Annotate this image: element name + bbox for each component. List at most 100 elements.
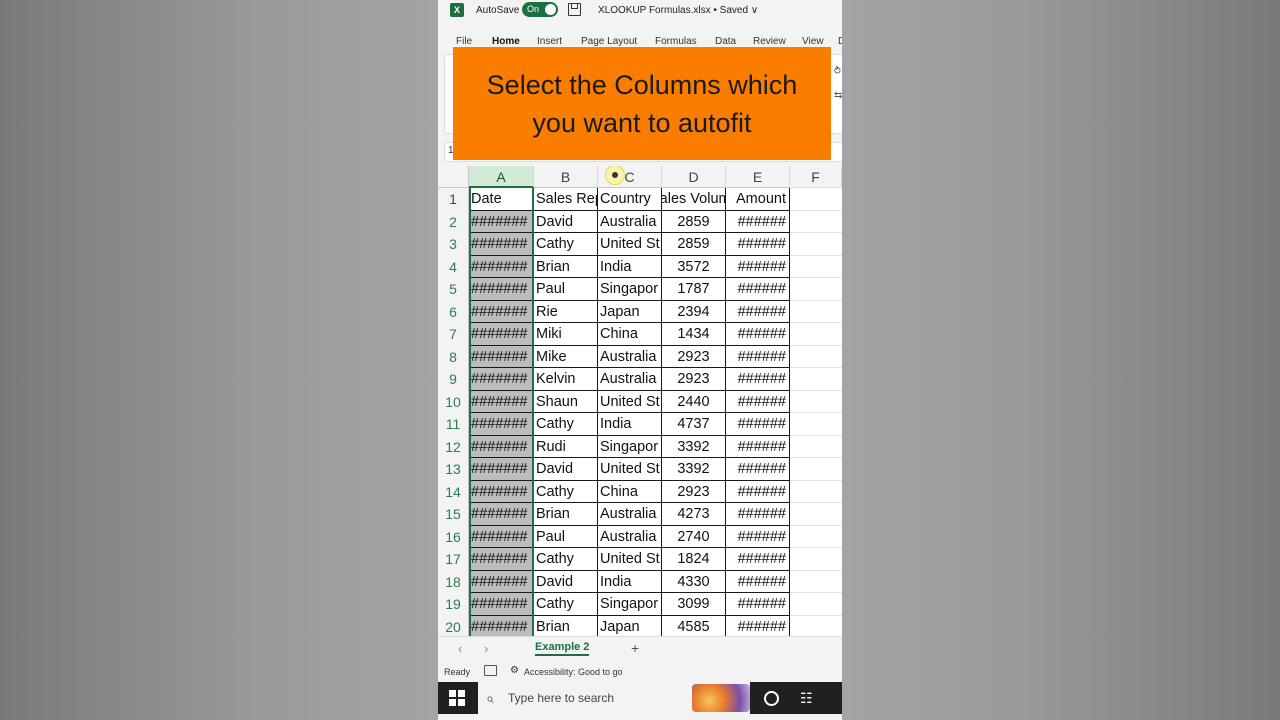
cell-amount[interactable]: ###### [726,480,790,503]
tab-page-layout[interactable]: Page Layout [581,36,637,47]
header-cell-amount[interactable]: Amount [726,188,790,211]
row-header[interactable]: 3 [438,233,469,256]
sheet-prev-button[interactable]: ‹ [458,641,462,656]
cell-date[interactable]: ####### [469,278,534,301]
cell-sales-rep[interactable]: Rie [534,300,598,323]
tab-insert[interactable]: Insert [537,36,562,47]
cell-date[interactable]: ####### [469,233,534,256]
cell-sales-rep[interactable]: Cathy [534,480,598,503]
cell-sales-volume[interactable]: 2394 [662,300,726,323]
cell-amount[interactable]: ###### [726,435,790,458]
cell-date[interactable]: ####### [469,593,534,616]
row-header[interactable]: 14 [438,480,469,503]
cell-sales-rep[interactable]: Paul [534,525,598,548]
cell-country[interactable]: United St [598,458,662,481]
cell-country[interactable]: China [598,323,662,346]
add-sheet-button[interactable]: + [631,640,639,656]
cell-sales-rep[interactable]: Kelvin [534,368,598,391]
cell-sales-rep[interactable]: Cathy [534,413,598,436]
cortana-icon[interactable] [764,691,779,706]
cell-amount[interactable]: ###### [726,503,790,526]
ribbon-wrap-icon[interactable]: ⥁ [834,66,841,77]
row-header[interactable]: 19 [438,593,469,616]
accessibility-status[interactable]: Accessibility: Good to go [524,667,623,677]
cell-sales-volume[interactable]: 2923 [662,480,726,503]
cell-sales-rep[interactable]: Brian [534,503,598,526]
file-name[interactable]: XLOOKUP Formulas.xlsx • Saved ∨ [598,5,758,16]
column-header-b[interactable]: B [534,166,598,188]
cell-date[interactable]: ####### [469,548,534,571]
row-header[interactable]: 6 [438,300,469,323]
row-header[interactable]: 7 [438,323,469,346]
row-header[interactable]: 12 [438,435,469,458]
cell-sales-volume[interactable]: 2440 [662,390,726,413]
save-icon[interactable] [568,3,581,16]
tab-formulas[interactable]: Formulas [655,36,697,47]
cell-sales-volume[interactable]: 4330 [662,570,726,593]
tab-file[interactable]: File [456,36,472,47]
tab-view[interactable]: View [802,36,824,47]
cell-sales-volume[interactable]: 2923 [662,368,726,391]
cell-country[interactable]: Singapor [598,278,662,301]
cell-country[interactable]: United St [598,548,662,571]
cell-country[interactable]: Japan [598,300,662,323]
cell-date[interactable]: ####### [469,345,534,368]
cell-country[interactable]: United St [598,233,662,256]
cell-sales-volume[interactable]: 2859 [662,210,726,233]
windows-start-icon[interactable] [449,690,465,706]
cell-amount[interactable]: ###### [726,368,790,391]
cell-sales-rep[interactable]: David [534,570,598,593]
cell-sales-volume[interactable]: 4737 [662,413,726,436]
cell-sales-volume[interactable]: 3572 [662,255,726,278]
row-header[interactable]: 11 [438,413,469,436]
cell-amount[interactable]: ###### [726,300,790,323]
cell-sales-rep[interactable]: David [534,210,598,233]
row-header[interactable]: 18 [438,570,469,593]
cell-sales-volume[interactable]: 2859 [662,233,726,256]
row-header[interactable]: 5 [438,278,469,301]
cell-sales-rep[interactable]: Brian [534,615,598,636]
cell-country[interactable]: Singapor [598,435,662,458]
cell-sales-volume[interactable]: 4273 [662,503,726,526]
cell-amount[interactable]: ###### [726,233,790,256]
cell-date[interactable]: ####### [469,503,534,526]
cell-sales-volume[interactable]: 2923 [662,345,726,368]
cell-date[interactable]: ####### [469,525,534,548]
cell-sales-volume[interactable]: 2740 [662,525,726,548]
cell-amount[interactable]: ###### [726,278,790,301]
cell-sales-rep[interactable]: Cathy [534,233,598,256]
cell-country[interactable]: India [598,413,662,436]
cell-sales-rep[interactable]: Brian [534,255,598,278]
row-header[interactable]: 13 [438,458,469,481]
task-view-icon[interactable]: ☷ [800,690,813,707]
ribbon-merge-icon[interactable]: ⇆ [834,90,842,101]
header-cell-rep[interactable]: Sales Rep [534,188,598,211]
cell-date[interactable]: ####### [469,435,534,458]
tab-review[interactable]: Review [753,36,786,47]
sheet-tab-example-2[interactable]: Example 2 [535,641,590,656]
cell-country[interactable]: India [598,570,662,593]
row-header[interactable]: 9 [438,368,469,391]
cell-date[interactable]: ####### [469,615,534,636]
header-cell-volume[interactable]: Sales Volume [662,188,726,211]
cell-amount[interactable]: ###### [726,458,790,481]
cell-amount[interactable]: ###### [726,413,790,436]
cell-amount[interactable]: ###### [726,525,790,548]
cell-country[interactable]: Japan [598,615,662,636]
tab-home[interactable]: Home [492,36,520,47]
cell-country[interactable]: Australia [598,525,662,548]
cell-sales-rep[interactable]: Shaun [534,390,598,413]
row-header[interactable]: 10 [438,390,469,413]
cell-amount[interactable]: ###### [726,255,790,278]
column-header-d[interactable]: D [662,166,726,188]
row-header-1[interactable]: 1 [438,188,469,211]
cell-country[interactable]: India [598,255,662,278]
cell-date[interactable]: ####### [469,323,534,346]
tab-more[interactable]: D [838,36,842,47]
cell-country[interactable]: Australia [598,368,662,391]
cell-date[interactable]: ####### [469,480,534,503]
cell-sales-volume[interactable]: 4585 [662,615,726,636]
column-header-f[interactable]: F [790,166,842,188]
cell-sales-rep[interactable]: Rudi [534,435,598,458]
cell-country[interactable]: United St [598,390,662,413]
